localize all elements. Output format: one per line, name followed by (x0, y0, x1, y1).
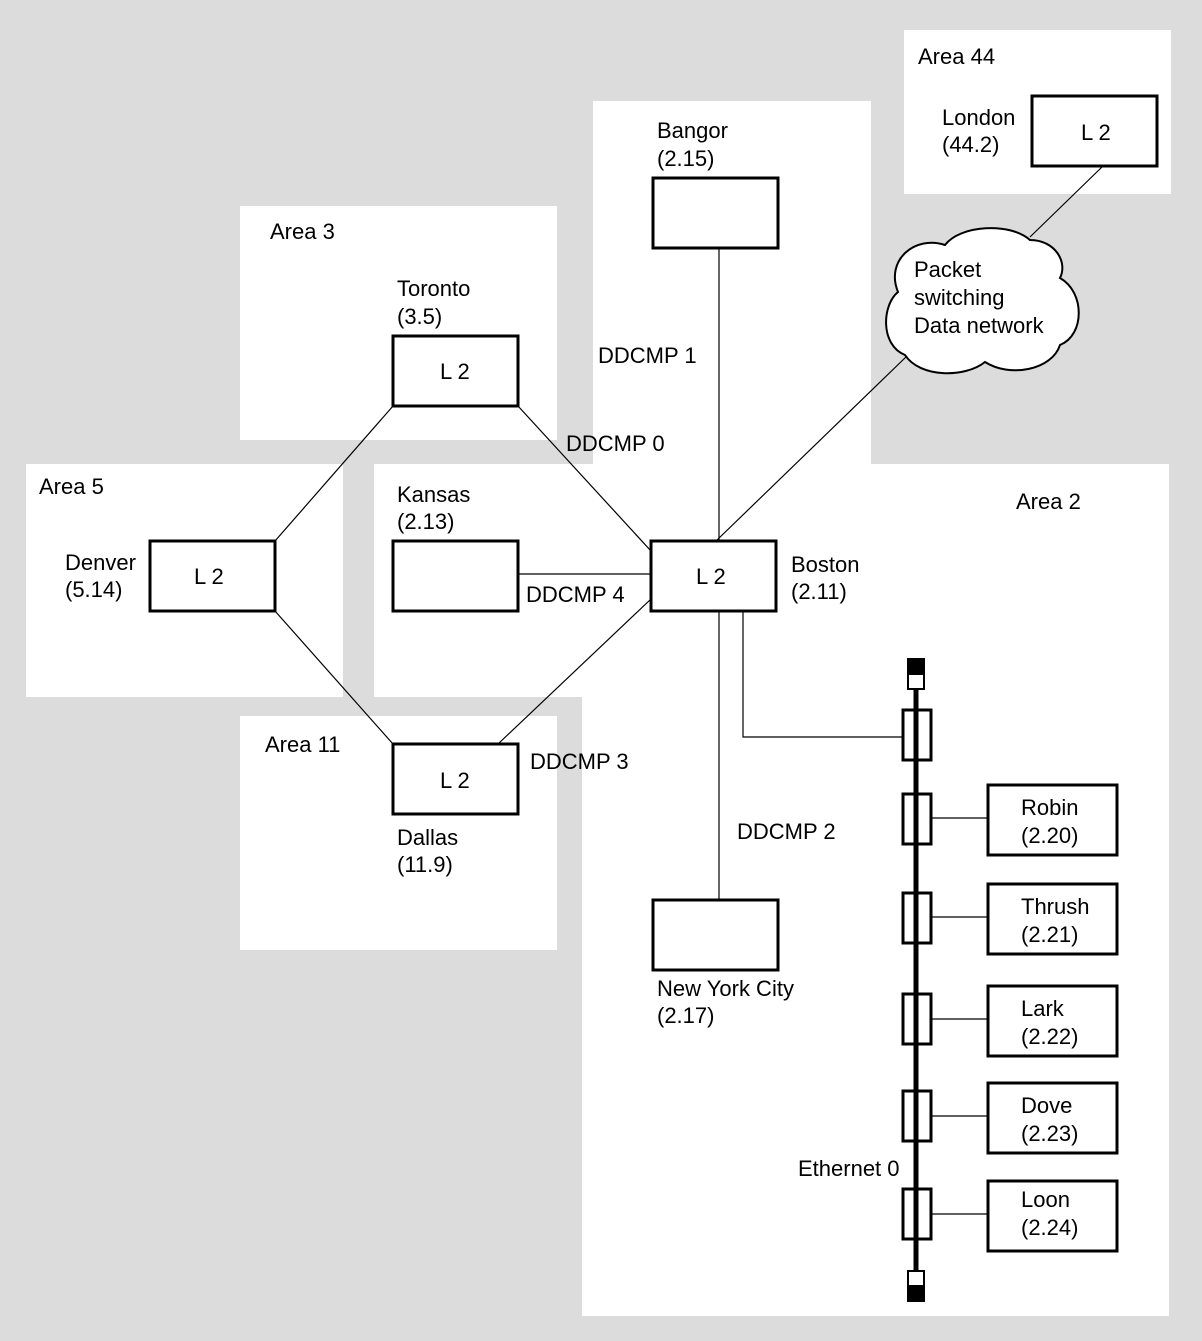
area-2-label: Area 2 (1016, 489, 1081, 514)
cloud-label-2: switching (914, 285, 1004, 310)
node-lark: Lark (2.22) (986, 984, 1119, 1058)
node-thrush: Thrush (2.21) (986, 882, 1119, 956)
node-loon: Loon (2.24) (986, 1179, 1119, 1253)
svg-text:(2.22): (2.22) (1021, 1024, 1078, 1049)
svg-text:(2.17): (2.17) (657, 1003, 714, 1028)
svg-text:Dove: Dove (1021, 1093, 1072, 1118)
link-label-ethernet-0: Ethernet 0 (798, 1156, 900, 1181)
svg-text:Denver: Denver (65, 550, 136, 575)
svg-text:Toronto: Toronto (397, 276, 470, 301)
node-robin: Robin (2.20) (986, 783, 1119, 857)
svg-text:L 2: L 2 (1081, 120, 1111, 145)
svg-text:(2.13): (2.13) (397, 509, 454, 534)
node-boston: L 2 Boston (2.11) (649, 539, 860, 613)
svg-text:(2.24): (2.24) (1021, 1215, 1078, 1240)
svg-text:(2.21): (2.21) (1021, 922, 1078, 947)
svg-text:London: London (942, 105, 1015, 130)
svg-text:Thrush: Thrush (1021, 894, 1089, 919)
svg-text:L 2: L 2 (440, 359, 470, 384)
area-44-label: Area 44 (918, 44, 995, 69)
svg-text:Bangor: Bangor (657, 118, 728, 143)
svg-text:(2.23): (2.23) (1021, 1121, 1078, 1146)
svg-text:(2.20): (2.20) (1021, 823, 1078, 848)
svg-text:L 2: L 2 (194, 564, 224, 589)
cloud-label-1: Packet (914, 257, 981, 282)
svg-text:Lark: Lark (1021, 996, 1065, 1021)
cloud-label-3: Data network (914, 313, 1045, 338)
svg-text:(11.9): (11.9) (397, 852, 453, 877)
link-label-ddcmp-1: DDCMP 1 (598, 343, 697, 368)
svg-text:(44.2): (44.2) (942, 132, 999, 157)
link-label-ddcmp-0: DDCMP 0 (566, 431, 665, 456)
svg-text:Boston: Boston (791, 552, 860, 577)
terminator-top-icon (907, 658, 925, 674)
network-diagram: Area 44 Area 3 Area 5 Area 2 Area 11 Pac… (0, 0, 1202, 1341)
area-11-label: Area 11 (265, 732, 340, 757)
svg-text:Dallas: Dallas (397, 825, 458, 850)
svg-text:Loon: Loon (1021, 1187, 1070, 1212)
svg-text:L 2: L 2 (696, 564, 726, 589)
link-label-ddcmp-4: DDCMP 4 (526, 582, 625, 607)
link-label-ddcmp-3: DDCMP 3 (530, 749, 629, 774)
svg-text:(2.15): (2.15) (657, 146, 714, 171)
svg-text:(3.5): (3.5) (397, 304, 442, 329)
area-5-label: Area 5 (39, 474, 104, 499)
svg-text:(5.14): (5.14) (65, 577, 122, 602)
svg-text:L 2: L 2 (440, 768, 470, 793)
link-label-ddcmp-2: DDCMP 2 (737, 819, 836, 844)
svg-text:Robin: Robin (1021, 795, 1078, 820)
area-3-label: Area 3 (270, 219, 335, 244)
svg-text:New York City: New York City (657, 976, 794, 1001)
svg-text:Kansas: Kansas (397, 482, 470, 507)
node-dove: Dove (2.23) (986, 1081, 1119, 1155)
svg-text:(2.11): (2.11) (791, 579, 847, 604)
terminator-bottom-icon (907, 1286, 925, 1302)
